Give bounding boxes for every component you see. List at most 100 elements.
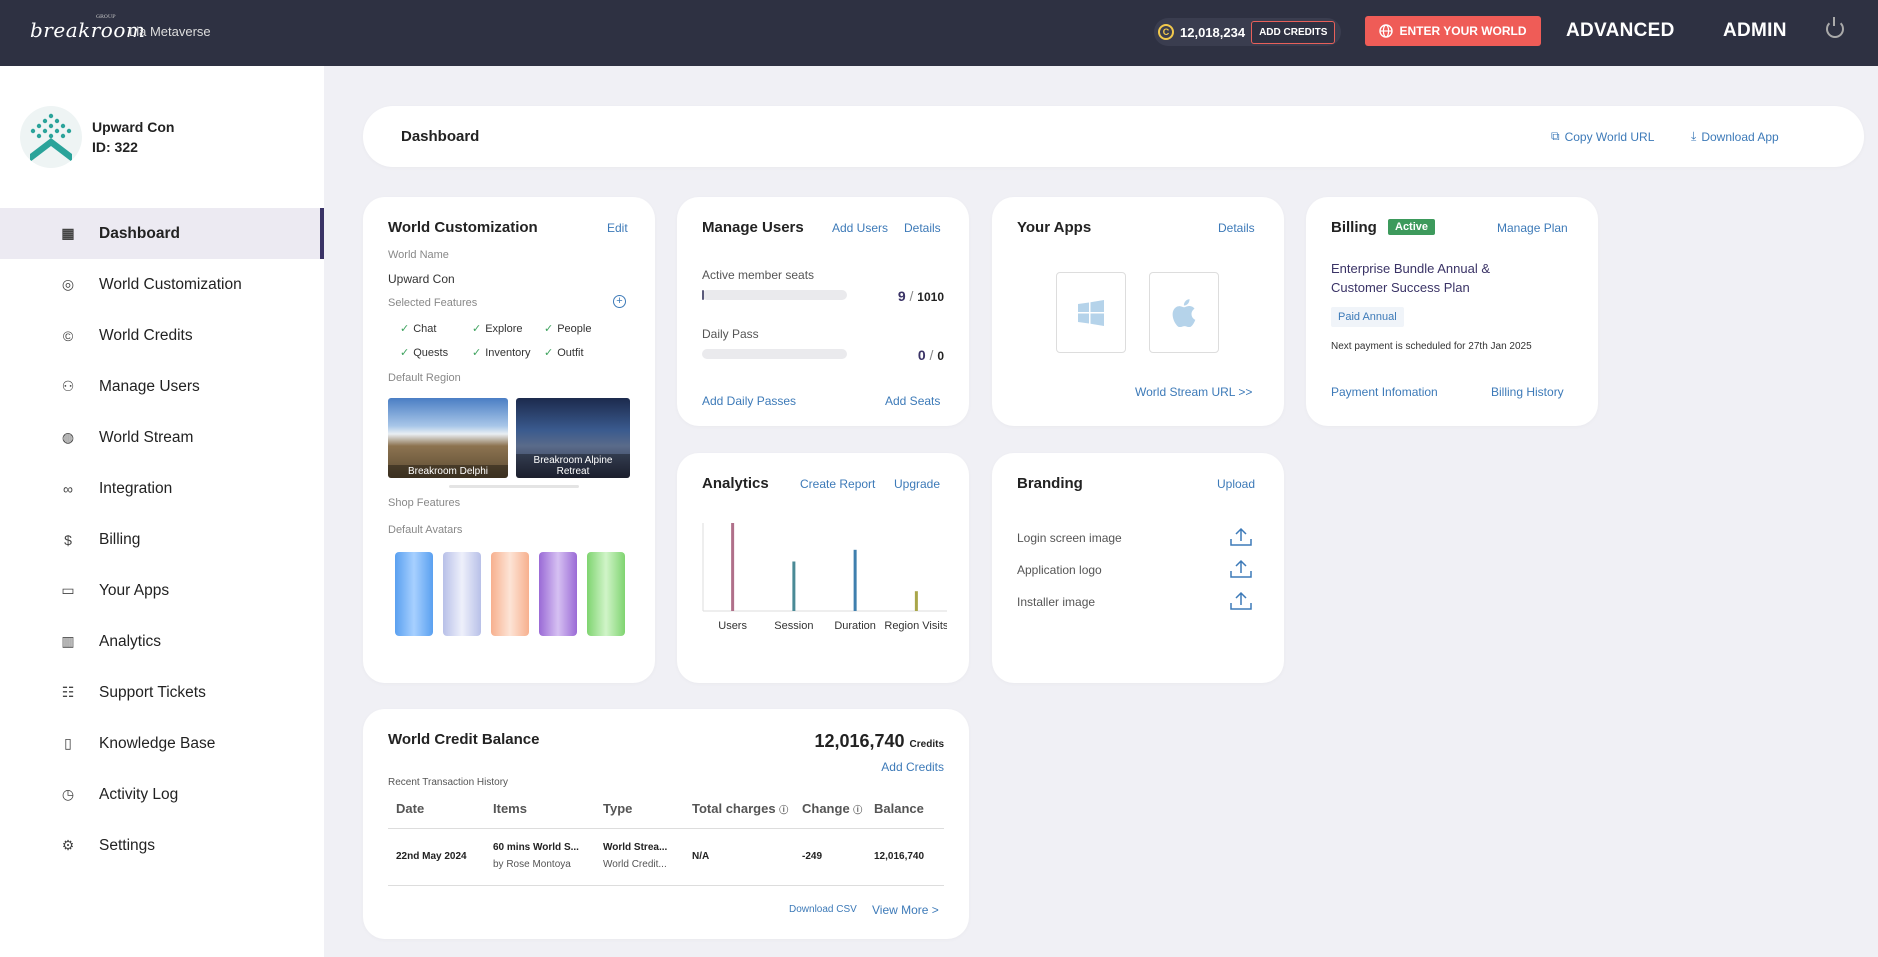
windows-app-button[interactable]	[1056, 272, 1126, 353]
sidebar-item-world-customization[interactable]: ◎ World Customization	[0, 259, 324, 310]
sidebar-item-world-credits[interactable]: © World Credits	[0, 310, 324, 361]
feature-explore: Explore	[472, 322, 522, 335]
cell-date: 22nd May 2024	[396, 851, 467, 862]
info-icon[interactable]: ⓘ	[853, 805, 862, 815]
org-logo-icon	[30, 113, 72, 162]
plan-name: Enterprise Bundle Annual & Customer Succ…	[1331, 261, 1490, 295]
cell-type-sub: World Credit...	[603, 859, 667, 870]
application-logo-label: Application logo	[1017, 563, 1102, 577]
add-credits-button[interactable]: ADD CREDITS	[1251, 20, 1336, 44]
sidebar-item-knowledge-base[interactable]: ▯ Knowledge Base	[0, 718, 324, 769]
sidebar-item-label: World Stream	[99, 428, 194, 446]
mac-app-button[interactable]	[1149, 272, 1219, 353]
card-title: Manage Users	[702, 219, 804, 236]
download-csv-link[interactable]: Download CSV	[789, 904, 857, 915]
upload-icon[interactable]	[1230, 559, 1252, 579]
add-feature-icon[interactable]: +	[613, 295, 626, 308]
credit-amount-value: 12,016,740	[814, 731, 905, 751]
separator: /	[929, 347, 934, 363]
world-stream-url-link[interactable]: World Stream URL >>	[1135, 385, 1252, 399]
avatar-thumbnail[interactable]	[491, 552, 529, 636]
add-seats-link[interactable]: Add Seats	[885, 394, 940, 408]
daily-pass-bar	[702, 349, 847, 359]
windows-icon	[1078, 299, 1104, 326]
world-name-value: Upward Con	[388, 272, 455, 286]
column-header-balance: Balance	[874, 801, 924, 816]
sidebar-item-manage-users[interactable]: ⚇ Manage Users	[0, 361, 324, 412]
add-credits-link[interactable]: Add Credits	[881, 760, 944, 774]
your-apps-card: Your Apps Details World Stream URL >>	[992, 197, 1284, 426]
gear-icon: ⚙	[61, 837, 75, 853]
info-icon[interactable]: ⓘ	[779, 805, 788, 815]
manage-plan-link[interactable]: Manage Plan	[1497, 221, 1568, 235]
daily-used: 0	[917, 347, 926, 363]
sidebar-item-label: Settings	[99, 836, 156, 854]
sidebar-item-dashboard[interactable]: ▦ Dashboard	[0, 208, 324, 259]
avatar-thumbnail[interactable]	[395, 552, 433, 636]
enter-world-button[interactable]: ENTER YOUR WORLD	[1365, 16, 1541, 46]
cell-charges: N/A	[692, 851, 710, 862]
next-payment-text: Next payment is scheduled for 27th Jan 2…	[1331, 341, 1532, 352]
region-thumbnail[interactable]: Breakroom Delphi	[388, 398, 508, 478]
sidebar-nav: ▦ Dashboard ◎ World Customization © World C…	[0, 208, 324, 871]
upload-icon[interactable]	[1230, 591, 1252, 611]
sidebar-item-support-tickets[interactable]: ☷ Support Tickets	[0, 667, 324, 718]
copy-world-url-link[interactable]: ⧉ Copy World URL	[1551, 129, 1654, 144]
chart-bar[interactable]	[792, 561, 796, 612]
column-header-date: Date	[396, 801, 425, 816]
book-icon: ▯	[64, 735, 72, 751]
coin-icon: C	[1158, 24, 1174, 40]
avatar-thumbnail[interactable]	[539, 552, 577, 636]
region-thumbnail[interactable]: Breakroom Alpine Retreat	[516, 398, 630, 478]
credits-icon: ©	[62, 327, 74, 344]
add-daily-passes-link[interactable]: Add Daily Passes	[702, 394, 796, 408]
billing-history-link[interactable]: Billing History	[1491, 385, 1564, 399]
details-link[interactable]: Details	[904, 221, 941, 235]
view-more-link[interactable]: View More >	[872, 903, 939, 917]
chart-bar[interactable]	[914, 591, 918, 611]
chart-bar[interactable]	[731, 523, 735, 611]
sidebar-item-integration[interactable]: ∞ Integration	[0, 463, 324, 514]
sidebar-item-label: World Credits	[99, 326, 193, 344]
avatar-thumbnail[interactable]	[587, 552, 625, 636]
credit-balance: 12,018,234	[1180, 24, 1246, 40]
card-title: Your Apps	[1017, 219, 1092, 236]
advanced-button[interactable]: ADVANCED	[1566, 20, 1675, 42]
sidebar-item-label: Your Apps	[99, 581, 170, 599]
active-seats-count: 9 / 1010	[898, 288, 944, 304]
feature-inventory: Inventory	[472, 346, 530, 359]
status-badge: Active	[1388, 219, 1436, 235]
admin-button[interactable]: ADMIN	[1723, 20, 1787, 42]
table-divider	[388, 828, 944, 829]
avatar-thumbnail[interactable]	[443, 552, 481, 636]
payment-information-link[interactable]: Payment Infomation	[1331, 385, 1438, 399]
upgrade-link[interactable]: Upgrade	[894, 477, 940, 491]
card-title: Analytics	[702, 475, 769, 492]
card-title: Branding	[1017, 475, 1083, 492]
edit-link[interactable]: Edit	[607, 221, 628, 235]
upload-icon[interactable]	[1230, 527, 1252, 547]
sidebar-item-settings[interactable]: ⚙ Settings	[0, 820, 324, 871]
profile-name: Upward Con	[92, 119, 175, 135]
page-title: Dashboard	[401, 128, 480, 145]
sidebar-item-analytics[interactable]: ▥ Analytics	[0, 616, 324, 667]
feature-outfit: Outfit	[544, 346, 583, 359]
add-users-link[interactable]: Add Users	[832, 221, 888, 235]
separator: /	[909, 288, 914, 304]
profile-id: ID: 322	[92, 139, 138, 155]
upload-link[interactable]: Upload	[1217, 477, 1255, 491]
details-link[interactable]: Details	[1218, 221, 1255, 235]
cell-item-by: by Rose Montoya	[493, 859, 571, 870]
sidebar-item-world-stream[interactable]: ◍ World Stream	[0, 412, 324, 463]
globe-icon: ◍	[61, 429, 75, 445]
sidebar-item-billing[interactable]: $ Billing	[0, 514, 324, 565]
region-scrollbar[interactable]	[449, 485, 579, 488]
create-report-link[interactable]: Create Report	[800, 477, 875, 491]
sidebar-item-activity-log[interactable]: ◷ Activity Log	[0, 769, 324, 820]
chart-bar[interactable]	[853, 549, 857, 611]
download-app-link[interactable]: ⤓ Download App	[1691, 129, 1779, 144]
daily-pass-label: Daily Pass	[702, 327, 759, 341]
daily-total: 0	[937, 349, 944, 363]
sidebar-item-your-apps[interactable]: ▭ Your Apps	[0, 565, 324, 616]
power-icon[interactable]	[1826, 17, 1844, 38]
